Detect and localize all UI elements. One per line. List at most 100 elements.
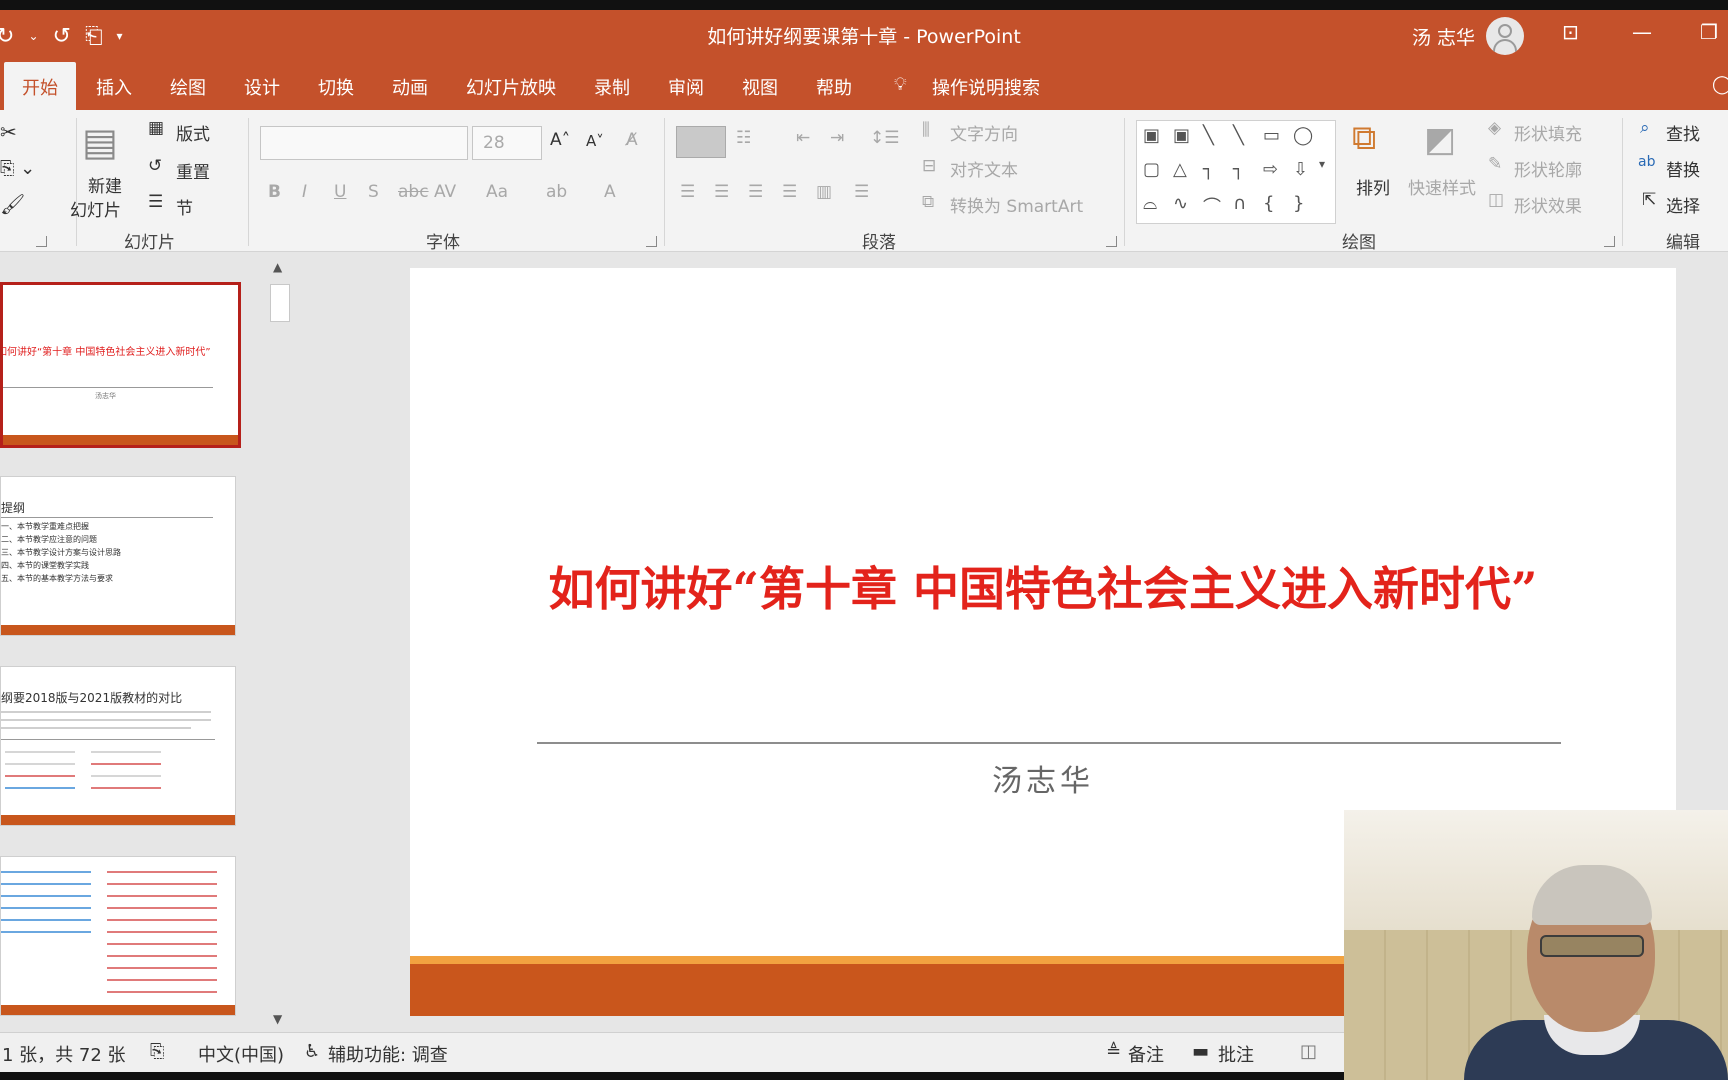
align-right-icon[interactable]: ☰ — [748, 182, 763, 202]
shape-effects-icon[interactable]: ◫ — [1488, 190, 1504, 210]
slide-thumbnail-2[interactable]: 提纲 一、本节教学重难点把握 二、本节教学应注意的问题 三、本节教学设计方案与设… — [0, 476, 236, 636]
line-spacing-icon[interactable]: ↕☰ — [870, 128, 899, 148]
scroll-thumb[interactable] — [270, 284, 290, 322]
character-spacing-icon[interactable]: AV — [434, 182, 456, 202]
font-color-icon[interactable]: A — [604, 182, 616, 202]
oval-icon[interactable]: ◯ — [1293, 125, 1313, 146]
comments-button[interactable]: 批注 — [1218, 1041, 1254, 1067]
elbow-connector-icon[interactable]: ┐ — [1203, 159, 1214, 180]
tab-draw[interactable]: 绘图 — [170, 74, 206, 100]
triangle-icon[interactable]: △ — [1173, 159, 1187, 180]
section-button[interactable]: 节 — [176, 194, 193, 219]
align-text-button[interactable]: 对齐文本 — [950, 156, 1018, 181]
arrow-line-icon[interactable]: ╲ — [1233, 125, 1244, 146]
align-center-icon[interactable]: ☰ — [714, 182, 729, 202]
shape-outline-button[interactable]: 形状轮廓 — [1514, 156, 1582, 181]
left-brace-icon[interactable]: { — [1263, 193, 1274, 214]
tab-help[interactable]: 帮助 — [816, 74, 852, 100]
notes-button[interactable]: 备注 — [1128, 1041, 1164, 1067]
curve-icon[interactable]: ∩ — [1233, 193, 1246, 214]
strikethrough-icon[interactable]: abc — [398, 182, 429, 202]
arrange-icon[interactable]: ⧉ — [1352, 118, 1376, 158]
font-size-field[interactable]: 28 — [472, 126, 542, 160]
convert-smartart-button[interactable]: 转换为 SmartArt — [950, 192, 1083, 217]
paragraph-launcher-icon[interactable] — [1106, 236, 1117, 247]
elbow-arrow-icon[interactable]: ┐ — [1233, 159, 1244, 180]
down-arrow-icon[interactable]: ⇩ — [1293, 159, 1308, 180]
maximize-icon[interactable]: ❐ — [1700, 20, 1718, 44]
share-icon[interactable]: ◯ — [1712, 74, 1728, 95]
textbox-icon[interactable]: ▣ — [1143, 125, 1160, 146]
shape-fill-button[interactable]: 形状填充 — [1514, 120, 1582, 145]
quick-styles-icon[interactable]: ◩ — [1424, 120, 1456, 160]
reset-icon[interactable]: ↺ — [148, 156, 162, 176]
justify-icon[interactable]: ☰ — [782, 182, 797, 202]
normal-view-icon[interactable]: ◫ — [1300, 1041, 1317, 1062]
rounded-rect-icon[interactable]: ▢ — [1143, 159, 1160, 180]
bullets-button[interactable] — [676, 126, 726, 158]
tab-view[interactable]: 视图 — [742, 74, 778, 100]
layout-button[interactable]: 版式 — [176, 120, 210, 145]
language-indicator[interactable]: 中文(中国) — [198, 1041, 284, 1067]
drawing-launcher-icon[interactable] — [1604, 236, 1615, 247]
format-painter-icon[interactable]: 🖌︎ — [0, 192, 25, 216]
avatar[interactable] — [1486, 17, 1524, 55]
vertical-textbox-icon[interactable]: ▣ — [1173, 125, 1190, 146]
numbering-icon[interactable]: ☷ — [736, 128, 751, 148]
smartart-icon[interactable]: ⧉ — [922, 192, 934, 212]
underline-icon[interactable]: U — [334, 182, 346, 202]
replace-icon[interactable]: ab — [1638, 154, 1655, 170]
font-name-field[interactable] — [260, 126, 468, 160]
accessibility-icon[interactable]: ♿︎ — [304, 1041, 320, 1062]
align-text-icon[interactable]: ⊟ — [922, 156, 936, 176]
slide-title[interactable]: 如何讲好“第十章 中国特色社会主义进入新时代” — [410, 553, 1676, 619]
change-case-icon[interactable]: Aa — [486, 182, 508, 202]
increase-font-icon[interactable]: A˄ — [550, 130, 570, 150]
tab-slideshow[interactable]: 幻灯片放映 — [466, 74, 556, 100]
gallery-more-icon[interactable]: ▾ — [1319, 157, 1325, 171]
tab-transitions[interactable]: 切换 — [318, 74, 354, 100]
text-direction-icon[interactable]: ⫼ — [922, 120, 930, 140]
comments-icon[interactable]: ▬ — [1192, 1041, 1209, 1062]
reset-button[interactable]: 重置 — [176, 158, 210, 183]
arrange-button[interactable]: 排列 — [1356, 174, 1390, 199]
slide-thumbnail-1[interactable]: 如何讲好“第十章 中国特色社会主义进入新时代” 汤志华 — [0, 282, 241, 448]
distributed-icon[interactable]: ☰ — [854, 182, 869, 202]
shape-outline-icon[interactable]: ✎ — [1488, 154, 1502, 174]
notes-icon[interactable]: ≜ — [1106, 1041, 1121, 1062]
shapes-gallery[interactable]: ▣ ▣ ╲ ╲ ▭ ◯ ▢ △ ┐ ┐ ⇨ ⇩ ⌓ ∿ ⌒ ∩ { } ▾ — [1136, 120, 1336, 224]
highlight-icon[interactable]: ab — [546, 182, 567, 202]
shadow-icon[interactable]: S — [368, 182, 379, 202]
rectangle-icon[interactable]: ▭ — [1263, 125, 1280, 146]
thumbnails-scrollbar[interactable]: ▲ ▼ — [268, 256, 292, 1032]
align-left-icon[interactable]: ☰ — [680, 182, 695, 202]
right-brace-icon[interactable]: } — [1293, 193, 1304, 214]
decrease-font-icon[interactable]: A˅ — [586, 132, 604, 150]
new-slide-label-1[interactable]: 新建 — [88, 172, 122, 197]
tab-review[interactable]: 审阅 — [668, 74, 704, 100]
tab-home[interactable]: 开始 — [4, 62, 76, 110]
replace-button[interactable]: 替换 — [1666, 156, 1700, 181]
cut-icon[interactable]: ✂ — [0, 120, 17, 144]
scribble-icon[interactable]: ∿ — [1173, 193, 1188, 214]
spellcheck-icon[interactable]: ⎘ — [150, 1041, 164, 1062]
slide-thumbnail-4[interactable] — [0, 856, 236, 1016]
find-button[interactable]: 查找 — [1666, 120, 1700, 145]
accessibility-status[interactable]: 辅助功能: 调查 — [328, 1041, 448, 1067]
shape-fill-icon[interactable]: ◈ — [1488, 118, 1501, 138]
columns-icon[interactable]: ▥ — [816, 182, 832, 202]
clear-formatting-icon[interactable]: A̸ — [626, 130, 638, 150]
quick-styles-button[interactable]: 快速样式 — [1408, 174, 1476, 199]
right-arrow-icon[interactable]: ⇨ — [1263, 159, 1278, 180]
bold-icon[interactable]: B — [268, 182, 281, 202]
increase-indent-icon[interactable]: ⇥ — [830, 128, 844, 148]
scroll-down-icon[interactable]: ▼ — [273, 1012, 282, 1026]
user-name[interactable]: 汤 志华 — [1412, 23, 1475, 50]
clipboard-launcher-icon[interactable] — [36, 236, 47, 247]
section-icon[interactable]: ☰ — [148, 192, 163, 212]
freeform-icon[interactable]: ⌓ — [1143, 193, 1157, 214]
ribbon-display-options-icon[interactable]: ⊡ — [1562, 20, 1579, 44]
line-icon[interactable]: ╲ — [1203, 125, 1214, 146]
select-cursor-icon[interactable]: ⇱ — [1642, 190, 1656, 210]
search-icon[interactable]: ⌕ — [1640, 118, 1650, 138]
